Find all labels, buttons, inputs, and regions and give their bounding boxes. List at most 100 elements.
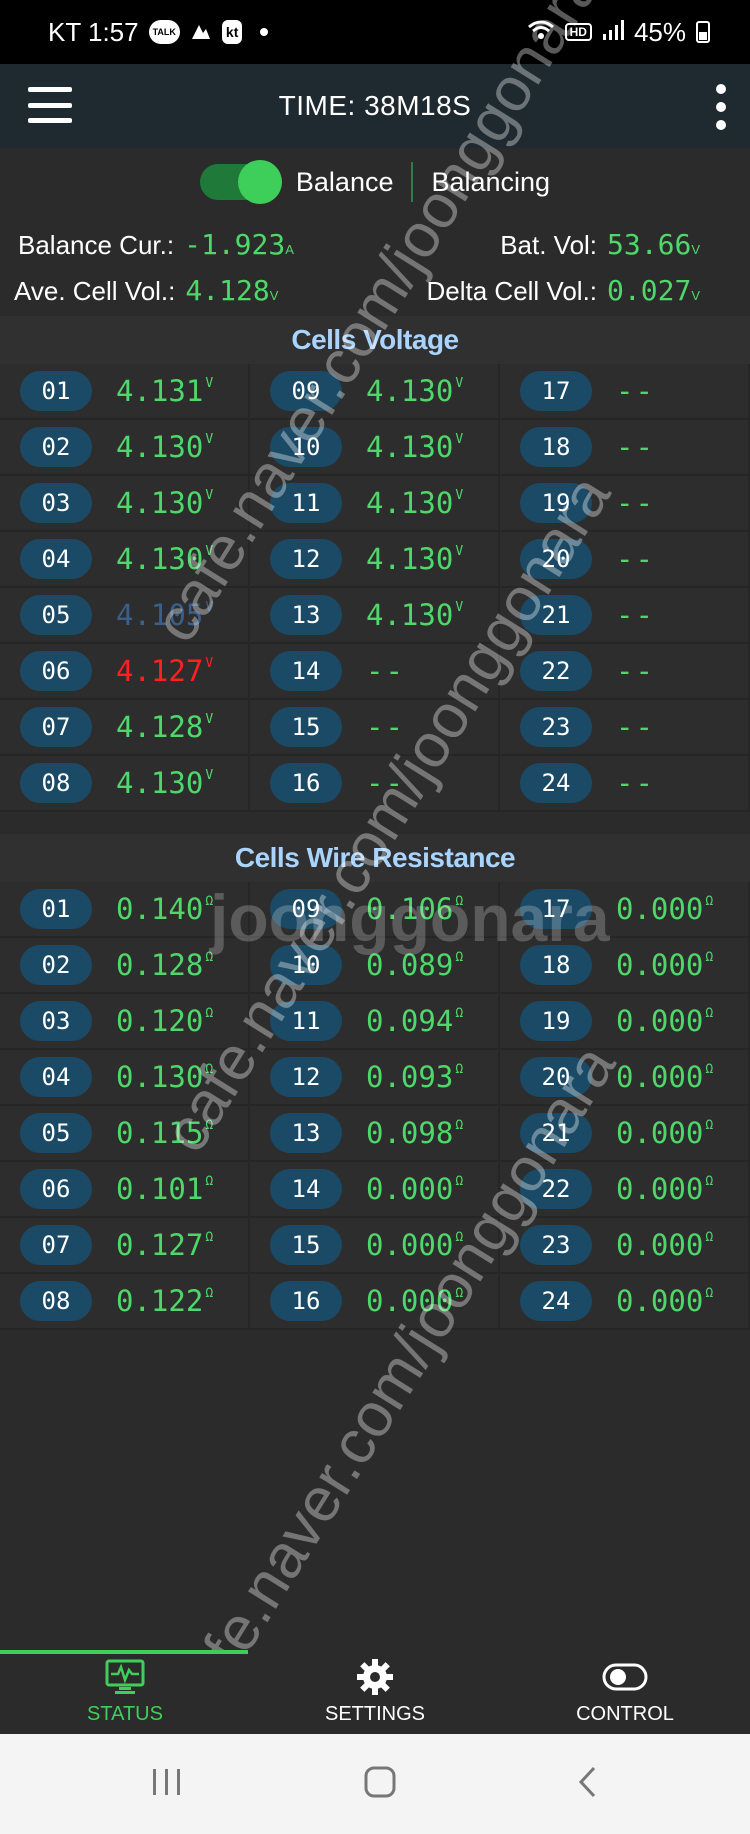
cell-number-badge: 16: [270, 763, 342, 803]
cell-number-badge: 01: [20, 889, 92, 929]
cell-resistance-cell: 20 0.000 Ω: [500, 1050, 750, 1106]
gear-icon: [355, 1655, 395, 1699]
cells-resistance-title: Cells Wire Resistance: [234, 842, 516, 873]
home-icon[interactable]: [363, 1765, 397, 1804]
tab-settings[interactable]: SETTINGS: [250, 1650, 500, 1734]
cell-voltage-value: --: [616, 598, 655, 632]
system-navigation-bar: [0, 1734, 750, 1834]
cell-voltage-number: 4.130: [366, 430, 454, 464]
cell-resistance-cell: 03 0.120 Ω: [0, 994, 250, 1050]
average-cell-voltage-label: Ave. Cell Vol.:: [14, 276, 176, 306]
cell-voltage-value: 4.130 V: [366, 598, 463, 632]
signal-icon: [602, 17, 624, 48]
tab-status[interactable]: STATUS: [0, 1650, 250, 1734]
more-options-icon[interactable]: [714, 84, 728, 130]
cell-voltage-cell: 23 --: [500, 700, 750, 756]
cell-voltage-value: --: [616, 654, 655, 688]
cell-resistance-unit: Ω: [455, 1062, 464, 1077]
cell-resistance-cell: 16 0.000 Ω: [250, 1274, 500, 1330]
summary-row-2: Ave. Cell Vol.: 4.128 V Delta Cell Vol.:…: [0, 268, 750, 312]
cell-resistance-value: 0.000 Ω: [616, 1284, 713, 1318]
cell-number-badge: 15: [270, 1225, 342, 1265]
cell-voltage-cell: 21 --: [500, 588, 750, 644]
cell-resistance-value: 0.089 Ω: [366, 948, 463, 982]
cell-voltage-unit: V: [205, 656, 214, 671]
tab-settings-label: SETTINGS: [324, 1703, 425, 1725]
cell-resistance-unit: Ω: [455, 1006, 464, 1021]
cell-voltage-value: --: [616, 374, 655, 408]
cell-voltage-unit: V: [455, 376, 464, 391]
cell-resistance-unit: Ω: [455, 1174, 464, 1189]
cell-voltage-number: --: [366, 710, 405, 744]
cell-resistance-value: 0.000 Ω: [366, 1172, 463, 1206]
tab-control[interactable]: CONTROL: [500, 1650, 750, 1734]
balance-current-label: Balance Cur.:: [18, 230, 175, 260]
cell-number-badge: 13: [270, 595, 342, 635]
balance-state: Balancing: [431, 166, 551, 197]
cell-number-badge: 06: [20, 1169, 92, 1209]
cell-resistance-value: 0.101 Ω: [116, 1172, 213, 1206]
cell-number-badge: 08: [20, 1281, 92, 1321]
cell-number-badge: 08: [20, 763, 92, 803]
cell-voltage-number: 4.130: [366, 486, 454, 520]
cell-resistance-cell: 10 0.089 Ω: [250, 938, 500, 994]
cell-resistance-number: 0.000: [366, 1172, 454, 1206]
delta-cell-voltage-label: Delta Cell Vol.:: [426, 276, 598, 306]
cells-resistance-section: Cells Wire Resistance 01 0.140 Ω 09 0.106 Ω 17…: [0, 834, 750, 1330]
cell-resistance-cell: 02 0.128 Ω: [0, 938, 250, 994]
cell-voltage-cell: 19 --: [500, 476, 750, 532]
cell-number-badge: 13: [270, 1113, 342, 1153]
cell-voltage-value: --: [616, 766, 655, 800]
balance-toggle[interactable]: [199, 160, 282, 204]
cell-voltage-number: 4.130: [116, 766, 204, 800]
cell-resistance-number: 0.094: [366, 1004, 454, 1038]
cell-voltage-cell: 13 4.130 V: [250, 588, 500, 644]
cell-voltage-cell: 12 4.130 V: [250, 532, 500, 588]
cells-voltage-title: Cells Voltage: [291, 324, 459, 355]
cells-voltage-section: Cells Voltage 01 4.131 V 09 4.130 V 17 -- 02 4.13…: [0, 316, 750, 812]
hd-voice-icon: HD: [564, 23, 592, 41]
cell-resistance-unit: Ω: [705, 950, 714, 965]
cell-resistance-cell: 11 0.094 Ω: [250, 994, 500, 1050]
cell-voltage-number: --: [366, 654, 405, 688]
cell-voltage-value: 4.130 V: [366, 430, 463, 464]
cell-voltage-number: --: [616, 486, 655, 520]
cell-resistance-number: 0.089: [366, 948, 454, 982]
cell-number-badge: 22: [520, 1169, 592, 1209]
cell-resistance-number: 0.127: [116, 1228, 204, 1262]
recent-apps-icon[interactable]: [150, 1767, 184, 1802]
menu-icon[interactable]: [28, 87, 72, 123]
cell-number-badge: 18: [520, 427, 592, 467]
cell-resistance-number: 0.000: [366, 1228, 454, 1262]
back-icon[interactable]: [576, 1765, 600, 1804]
cell-resistance-unit: Ω: [205, 1062, 214, 1077]
cell-voltage-number: 4.130: [366, 598, 454, 632]
cell-resistance-value: 0.000 Ω: [616, 892, 713, 926]
elapsed-time-title: TIME: 38M18S: [278, 90, 472, 121]
cell-voltage-cell: 01 4.131 V: [0, 364, 250, 420]
cell-resistance-value: 0.000 Ω: [616, 1228, 713, 1262]
cell-resistance-value: 0.000 Ω: [616, 1060, 713, 1094]
cell-voltage-cell: 09 4.130 V: [250, 364, 500, 420]
cell-resistance-unit: Ω: [455, 894, 464, 909]
cell-voltage-value: 4.130 V: [366, 486, 463, 520]
cell-resistance-cell: 21 0.000 Ω: [500, 1106, 750, 1162]
cell-resistance-cell: 08 0.122 Ω: [0, 1274, 250, 1330]
cell-resistance-number: 0.000: [366, 1284, 454, 1318]
cell-number-badge: 19: [520, 1001, 592, 1041]
cell-voltage-unit: V: [455, 432, 464, 447]
cell-resistance-number: 0.000: [616, 892, 704, 926]
cell-resistance-unit: Ω: [705, 894, 714, 909]
cell-number-badge: 18: [520, 945, 592, 985]
cell-voltage-value: 4.105 V: [116, 598, 213, 632]
cell-voltage-unit: V: [205, 376, 214, 391]
cell-resistance-cell: 13 0.098 Ω: [250, 1106, 500, 1162]
cell-resistance-unit: Ω: [455, 1118, 464, 1133]
cell-resistance-value: 0.000 Ω: [616, 1004, 713, 1038]
cell-resistance-value: 0.122 Ω: [116, 1284, 213, 1318]
cell-voltage-number: --: [616, 710, 655, 744]
cell-number-badge: 07: [20, 707, 92, 747]
cell-resistance-number: 0.000: [616, 1172, 704, 1206]
cell-number-badge: 09: [270, 371, 342, 411]
switch-icon: [602, 1655, 648, 1699]
